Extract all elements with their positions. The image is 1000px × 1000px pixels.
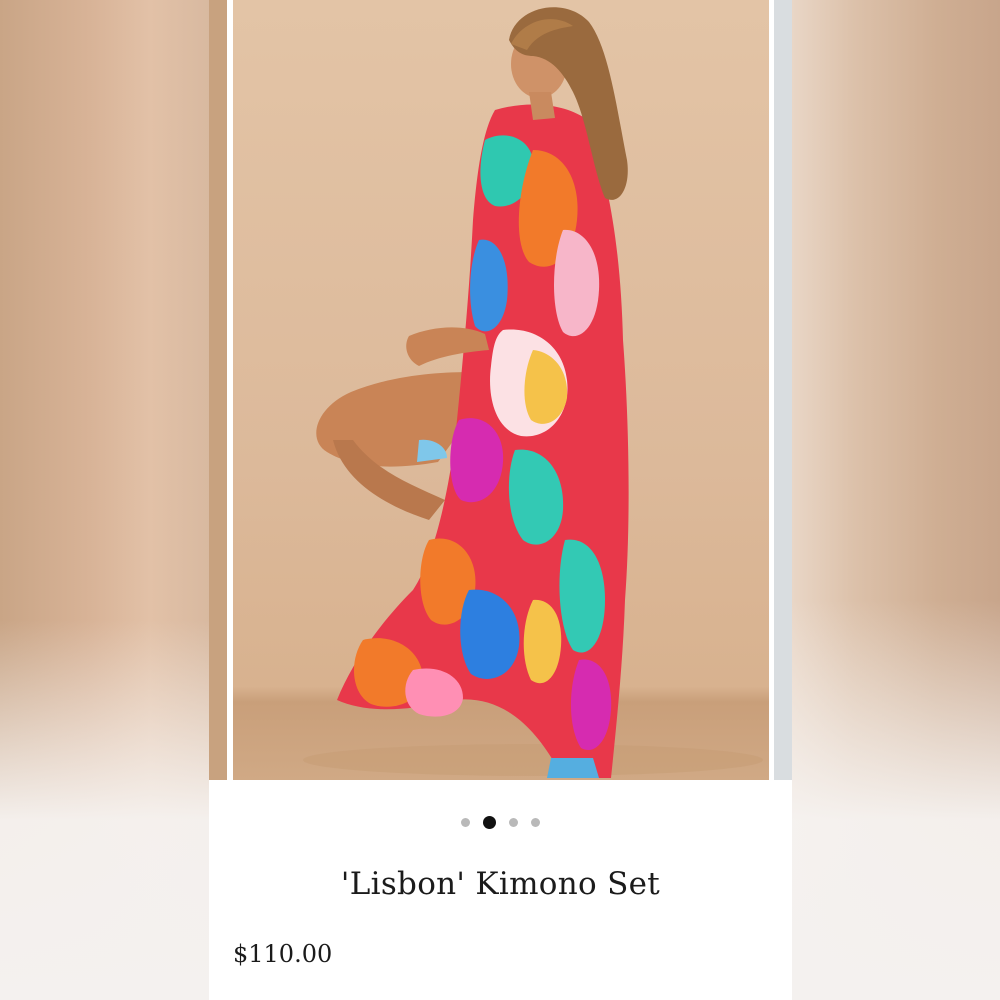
previous-image-peek[interactable]: [209, 0, 227, 780]
product-title: 'Lisbon' Kimono Set: [340, 866, 661, 902]
carousel-dot-1[interactable]: [461, 817, 470, 827]
product-image[interactable]: [233, 0, 769, 780]
product-screen: 'Lisbon' Kimono Set $110.00: [209, 0, 792, 1000]
blurred-backdrop-right: [792, 0, 1000, 1000]
stage: 'Lisbon' Kimono Set $110.00: [0, 0, 1000, 1000]
carousel-dot-3[interactable]: [509, 817, 518, 827]
next-image-peek[interactable]: [774, 0, 792, 780]
product-price: $110.00: [233, 940, 333, 968]
carousel-dot-4[interactable]: [531, 817, 540, 827]
carousel-dots: [209, 812, 792, 832]
product-photo-illustration: [303, 7, 763, 779]
carousel-dot-2-active[interactable]: [483, 815, 496, 829]
